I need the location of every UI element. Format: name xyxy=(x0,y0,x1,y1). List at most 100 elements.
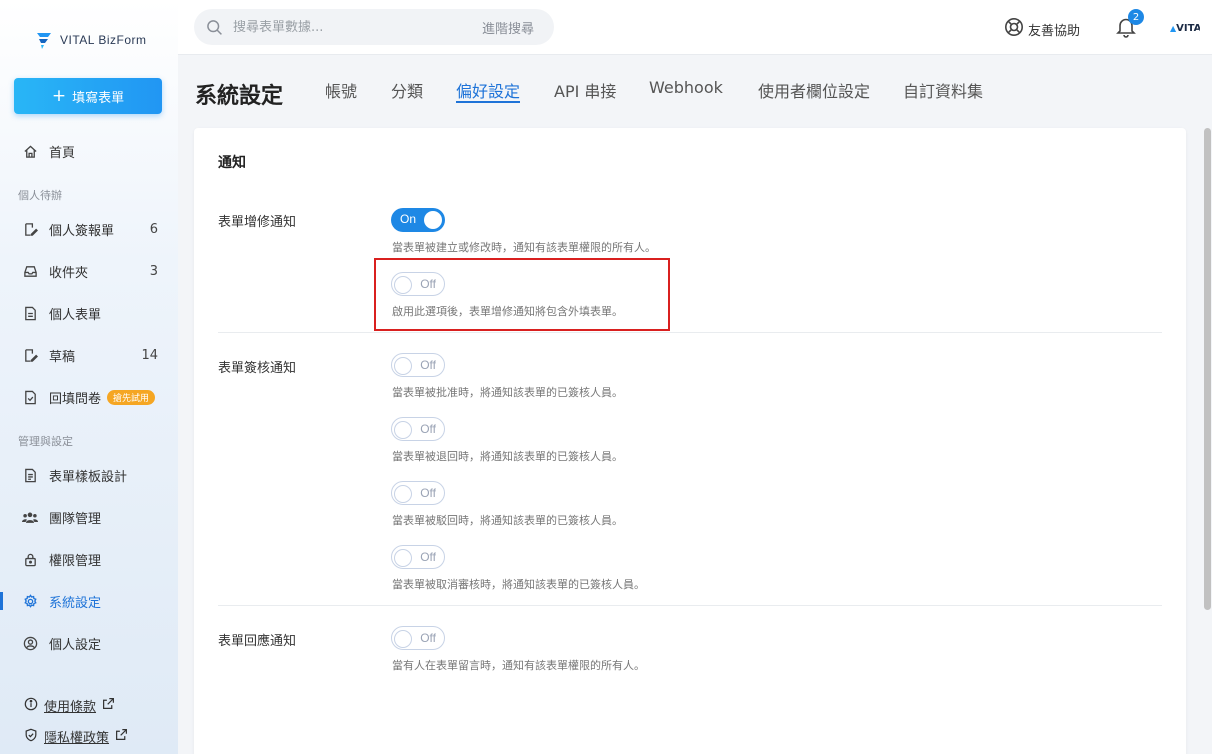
external-form-desc: 啟用此選項後，表單增修通知將包含外填表單。 xyxy=(392,305,623,318)
scrollbar-thumb[interactable] xyxy=(1204,128,1211,610)
lifebuoy-icon xyxy=(1004,17,1024,41)
tab-preferences[interactable]: 偏好設定 xyxy=(456,78,521,103)
notification-bell[interactable]: 2 xyxy=(1116,9,1144,38)
toggle-knob xyxy=(394,357,412,375)
divider xyxy=(218,332,1162,333)
fill-form-label: 填寫表單 xyxy=(72,90,125,106)
sidebar-item-personal-settings[interactable]: 個人設定 xyxy=(0,626,178,660)
sidebar-item-team[interactable]: 團隊管理 xyxy=(0,500,178,534)
sidebar-item-label: 首頁 xyxy=(49,145,76,161)
tab-webhook[interactable]: Webhook xyxy=(649,78,723,97)
avatar[interactable]: ▲ VITAL xyxy=(1166,12,1200,44)
toggle-knob xyxy=(424,211,442,229)
sidebar-item-label: 草稿 xyxy=(49,349,76,365)
tab-category[interactable]: 分類 xyxy=(391,78,423,102)
toggle-knob xyxy=(394,276,412,294)
privacy-label: 隱私權政策 xyxy=(44,731,110,746)
plus-icon: + xyxy=(51,85,67,106)
app-logo[interactable]: VITAL BizForm xyxy=(34,30,147,50)
sidebar-item-label: 個人簽報單 xyxy=(49,223,115,239)
bell-icon xyxy=(1116,18,1136,42)
item-count: 14 xyxy=(141,347,158,363)
user-circle-icon xyxy=(22,635,38,651)
edit-doc-icon xyxy=(22,221,38,237)
sidebar-item-permissions[interactable]: 權限管理 xyxy=(0,542,178,576)
shield-check-icon xyxy=(24,728,38,746)
form-change-toggle[interactable]: On xyxy=(391,208,445,232)
toggle-state: Off xyxy=(420,358,436,372)
vital-logo-icon xyxy=(34,30,54,50)
form-change-label: 表單增修通知 xyxy=(218,215,297,230)
admin-section-label: 管理與設定 xyxy=(18,435,73,448)
sidebar-item-label: 表單樣板設計 xyxy=(49,469,128,485)
approval-approved-toggle[interactable]: Off xyxy=(391,353,445,377)
toggle-state: Off xyxy=(420,486,436,500)
scrollbar[interactable] xyxy=(1203,128,1212,754)
help-button[interactable]: 友善協助 xyxy=(1004,17,1080,41)
toggle-state: Off xyxy=(420,550,436,564)
search-icon xyxy=(206,19,223,36)
form-change-desc: 當表單被建立或修改時，通知有該表單權限的所有人。 xyxy=(392,241,656,254)
notification-count-badge: 2 xyxy=(1128,9,1144,25)
logo-text: VITAL BizForm xyxy=(60,33,147,47)
toggle-state: Off xyxy=(420,422,436,436)
external-link-icon xyxy=(102,697,115,714)
divider xyxy=(218,605,1162,606)
sidebar-item-label: 個人表單 xyxy=(49,307,102,323)
team-icon xyxy=(22,509,38,525)
sidebar-item-label: 回填問卷 xyxy=(49,391,102,407)
tab-account[interactable]: 帳號 xyxy=(325,78,357,102)
sidebar-item-template-design[interactable]: 表單樣板設計 xyxy=(0,458,178,492)
sidebar-item-survey[interactable]: 回填問卷 搶先試用 xyxy=(0,380,178,414)
sidebar-item-drafts[interactable]: 草稿 14 xyxy=(0,338,178,372)
sidebar-item-home[interactable]: 首頁 xyxy=(0,134,178,168)
approval-rejected-toggle[interactable]: Off xyxy=(391,481,445,505)
toggle-state: On xyxy=(400,212,417,226)
toggle-knob xyxy=(394,421,412,439)
approval-cancelled-toggle[interactable]: Off xyxy=(391,545,445,569)
sidebar-item-inbox[interactable]: 收件夾 3 xyxy=(0,254,178,288)
terms-label: 使用條款 xyxy=(44,700,97,715)
template-icon xyxy=(22,467,38,483)
sidebar-item-system-settings[interactable]: 系統設定 xyxy=(0,584,178,618)
form-reply-toggle[interactable]: Off xyxy=(391,626,445,650)
draft-icon xyxy=(22,347,38,363)
inbox-icon xyxy=(22,263,38,279)
approval-returned-toggle[interactable]: Off xyxy=(391,417,445,441)
form-approval-label: 表單簽核通知 xyxy=(218,361,297,376)
lock-icon xyxy=(22,551,38,567)
page-title: 系統設定 xyxy=(195,84,284,109)
approval-returned-desc: 當表單被退回時，將通知該表單的已簽核人員。 xyxy=(392,450,623,463)
tab-user-fields[interactable]: 使用者欄位設定 xyxy=(758,78,870,102)
external-link-icon xyxy=(115,728,128,745)
document-icon xyxy=(22,305,38,321)
form-reply-desc: 當有人在表單留言時，通知有該表單權限的所有人。 xyxy=(392,659,645,672)
approval-cancelled-desc: 當表單被取消審核時，將通知該表單的已簽核人員。 xyxy=(392,578,645,591)
sidebar-item-label: 個人設定 xyxy=(49,637,102,653)
toggle-knob xyxy=(394,630,412,648)
personal-section-label: 個人待辦 xyxy=(18,189,62,202)
sidebar-item-personal-signoff[interactable]: 個人簽報單 6 xyxy=(0,212,178,246)
sidebar: VITAL BizForm + 填寫表單 首頁 個人待辦 個人簽報單 6 收件夾… xyxy=(0,0,178,754)
sidebar-item-label: 團隊管理 xyxy=(49,511,102,527)
trial-badge: 搶先試用 xyxy=(107,389,156,405)
toggle-knob xyxy=(394,485,412,503)
top-bar: 進階搜尋 友善協助 2 ▲ VITAL xyxy=(178,0,1212,55)
fill-form-button[interactable]: + 填寫表單 xyxy=(14,78,162,114)
search-input[interactable] xyxy=(233,19,453,35)
tab-api[interactable]: API 串接 xyxy=(554,78,616,102)
survey-check-icon xyxy=(22,389,38,405)
sidebar-item-label: 權限管理 xyxy=(49,553,102,569)
avatar-text: VITAL xyxy=(1176,22,1200,34)
privacy-link[interactable]: 隱私權政策 xyxy=(24,727,128,746)
item-count: 3 xyxy=(149,263,158,279)
toggle-knob xyxy=(394,549,412,567)
sidebar-item-personal-forms[interactable]: 個人表單 xyxy=(0,296,178,330)
info-icon xyxy=(24,697,38,715)
advanced-search-button[interactable]: 進階搜尋 xyxy=(482,18,534,37)
tab-custom-dataset[interactable]: 自訂資料集 xyxy=(903,78,983,102)
approval-approved-desc: 當表單被批准時，將通知該表單的已簽核人員。 xyxy=(392,386,623,399)
sidebar-item-label: 收件夾 xyxy=(49,265,89,281)
terms-link[interactable]: 使用條款 xyxy=(24,696,115,715)
external-form-toggle[interactable]: Off xyxy=(391,272,445,296)
